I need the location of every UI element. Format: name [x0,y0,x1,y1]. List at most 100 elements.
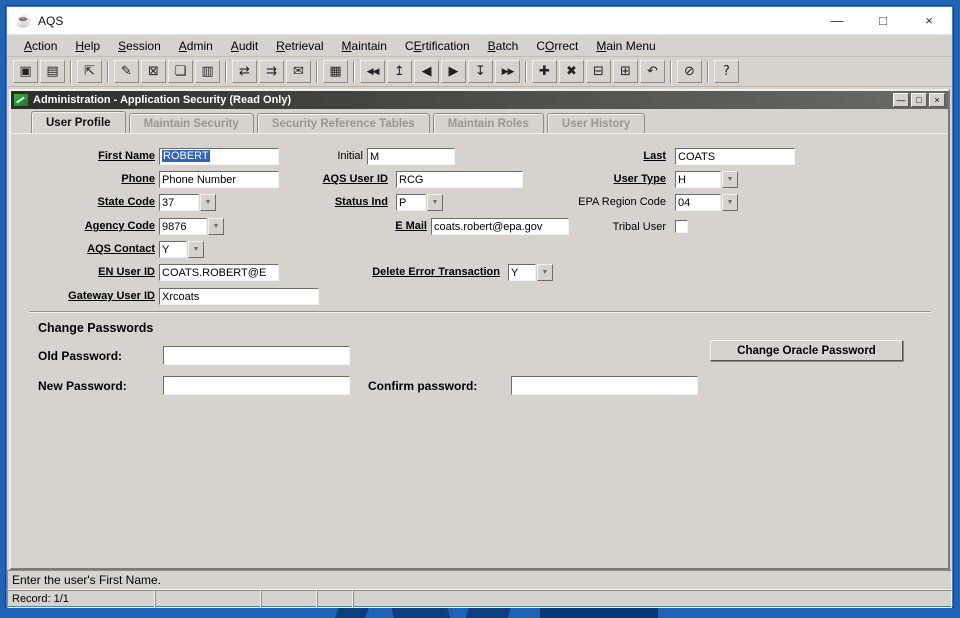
confirm-password-field[interactable] [511,376,698,395]
delete-error-transaction-dropdown[interactable]: ▼ [537,264,553,281]
menu-certification[interactable]: CErtification [396,36,479,56]
menu-help[interactable]: Help [66,36,109,56]
initial-label: Initial [281,150,363,162]
mdi-close-button[interactable]: × [929,93,945,107]
menu-batch[interactable]: Batch [479,36,528,56]
mdi-minimize-button[interactable]: — [893,93,909,107]
maximize-button[interactable]: □ [860,7,906,34]
scroll-up-icon[interactable]: ↥ [387,60,412,83]
duplicate-field-icon[interactable]: ⇄ [232,60,257,83]
clear-form-icon[interactable]: ⊘ [677,60,702,83]
toolbar-separator [316,61,318,83]
status-ind-field[interactable] [396,194,426,211]
menu-admin[interactable]: Admin [170,36,222,56]
menu-correct[interactable]: COrrect [527,36,587,56]
gateway-user-id-label: Gateway User ID [21,290,155,302]
scroll-down-icon[interactable]: ↧ [468,60,493,83]
initial-field[interactable] [367,148,455,165]
enter-query-icon[interactable]: ⊟ [586,60,611,83]
user-type-label: User Type [508,173,666,185]
clear-field-icon[interactable]: ⊠ [141,60,166,83]
state-code-dropdown[interactable]: ▼ [200,194,216,211]
new-password-label: New Password: [38,379,127,393]
next-record-icon[interactable]: ▶ [441,60,466,83]
chevron-down-icon: ▼ [205,199,212,206]
tab-strip: User Profile Maintain Security Security … [11,109,948,133]
cancel-query-icon[interactable]: ↶ [640,60,665,83]
record-bar-cell [353,590,952,608]
state-code-label: State Code [21,196,155,208]
user-type-dropdown[interactable]: ▼ [722,171,738,188]
epa-region-code-label: EPA Region Code [508,196,666,208]
gateway-user-id-field[interactable] [159,288,319,305]
list-of-values-icon[interactable]: ▦ [323,60,348,83]
section-divider [29,311,931,313]
toolbar-separator [225,61,227,83]
next-block-icon[interactable]: ▶▶ [495,60,520,83]
aqs-user-id-field[interactable] [396,171,523,188]
record-bar: Record: 1/1 [7,590,952,608]
toolbar-separator [70,61,72,83]
chevron-down-icon: ▼ [213,223,220,230]
chevron-down-icon: ▼ [432,199,439,206]
aqs-contact-dropdown[interactable]: ▼ [188,241,204,258]
menu-main-menu[interactable]: Main Menu [587,36,664,56]
insert-record-icon[interactable]: ✚ [532,60,557,83]
delete-record-icon[interactable]: ✖ [559,60,584,83]
minimize-button[interactable]: — [814,7,860,34]
agency-code-dropdown[interactable]: ▼ [208,218,224,235]
mdi-title-bar: Administration - Application Security (R… [11,91,948,109]
menu-action[interactable]: Action [15,36,66,56]
en-user-id-field[interactable] [159,264,279,281]
edit-icon[interactable]: ✎ [114,60,139,83]
status-ind-dropdown[interactable]: ▼ [427,194,443,211]
menubar: ActionHelpSessionAdminAuditRetrievalMain… [7,35,952,57]
record-bar-cell [155,590,261,608]
exit-icon[interactable]: ⇱ [77,60,102,83]
delete-error-transaction-field[interactable] [508,264,536,281]
record-bar-cell [317,590,353,608]
menu-audit[interactable]: Audit [222,36,267,56]
tab-user-history[interactable]: User History [547,113,645,133]
epa-region-code-dropdown[interactable]: ▼ [722,194,738,211]
first-name-label: First Name [21,150,155,162]
aqs-contact-label: AQS Contact [21,243,155,255]
last-name-field[interactable] [675,148,795,165]
menu-retrieval[interactable]: Retrieval [267,36,332,56]
previous-block-icon[interactable]: ◀◀ [360,60,385,83]
chevron-down-icon: ▼ [193,246,200,253]
send-email-icon[interactable]: ✉ [286,60,311,83]
tribal-user-checkbox[interactable] [675,220,688,233]
tab-security-reference-tables[interactable]: Security Reference Tables [257,113,430,133]
first-name-field[interactable]: ROBERT [159,148,279,165]
close-button[interactable]: × [906,7,952,34]
mdi-window-controls: — □ × [893,93,945,107]
mdi-window-title: Administration - Application Security (R… [33,94,291,106]
state-code-field[interactable] [159,194,199,211]
mdi-restore-button[interactable]: □ [911,93,927,107]
administration-window: Administration - Application Security (R… [9,89,950,570]
tab-maintain-roles[interactable]: Maintain Roles [433,113,544,133]
user-type-field[interactable] [675,171,721,188]
tab-maintain-security[interactable]: Maintain Security [129,113,254,133]
paste-icon[interactable]: ▥ [195,60,220,83]
new-password-field[interactable] [163,376,350,395]
email-label: E Mail [291,220,427,232]
agency-code-field[interactable] [159,218,207,235]
tab-user-profile[interactable]: User Profile [31,111,126,133]
menu-maintain[interactable]: Maintain [333,36,396,56]
duplicate-record-icon[interactable]: ⇉ [259,60,284,83]
epa-region-code-field[interactable] [675,194,721,211]
change-oracle-password-button[interactable]: Change Oracle Password [710,340,903,361]
save-icon[interactable]: ▣ [13,60,38,83]
help-icon[interactable]: ? [714,60,739,83]
previous-record-icon[interactable]: ◀ [414,60,439,83]
execute-query-icon[interactable]: ⊞ [613,60,638,83]
old-password-field[interactable] [163,346,350,365]
print-icon[interactable]: ▤ [40,60,65,83]
copy-icon[interactable]: ❏ [168,60,193,83]
aqs-contact-field[interactable] [159,241,187,258]
status-message: Enter the user's First Name. [12,573,161,587]
toolbar-separator [107,61,109,83]
menu-session[interactable]: Session [109,36,170,56]
